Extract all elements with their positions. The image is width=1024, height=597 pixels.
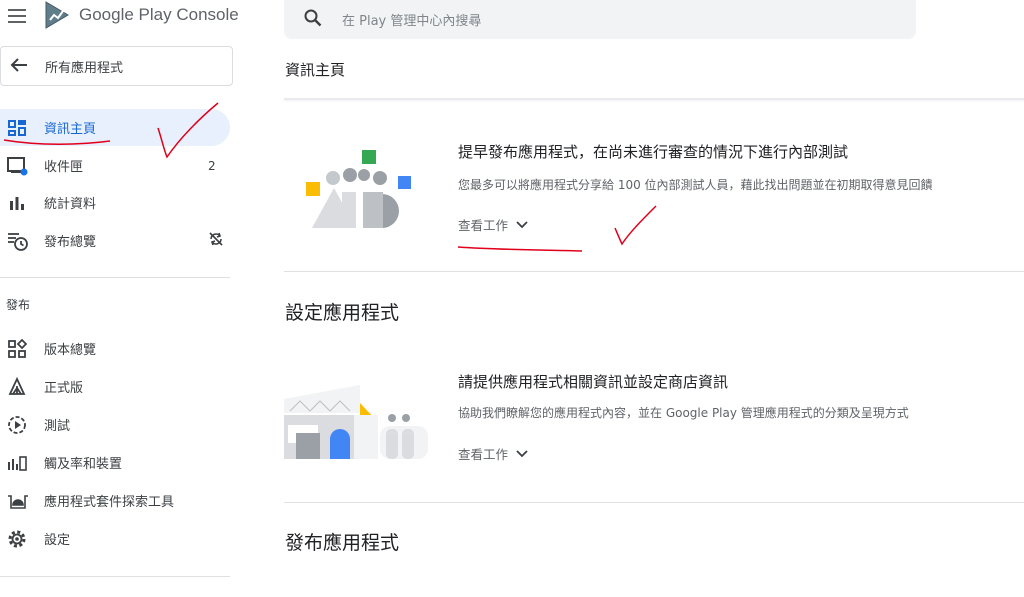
releases-overview-icon: [0, 338, 44, 359]
page-title: 資訊主頁: [285, 61, 346, 79]
sync-disabled-icon: [208, 231, 230, 250]
sidebar-item-dashboard[interactable]: 資訊主頁: [0, 109, 230, 146]
sidebar-item-app-bundle-explorer[interactable]: 應用程式套件探索工具: [0, 482, 230, 519]
view-task-label: 查看工作: [458, 447, 509, 462]
sidebar-item-label: 觸及率和裝置: [44, 457, 123, 472]
sidebar-item-settings[interactable]: 設定: [0, 520, 230, 557]
app-brand: Google Play Console: [79, 5, 239, 24]
sidebar-item-label: 測試: [44, 419, 71, 434]
view-task-button[interactable]: 查看工作: [458, 215, 528, 234]
sidebar-divider: [0, 576, 230, 577]
reach-devices-icon: [0, 453, 44, 473]
all-apps-back-button[interactable]: 所有應用程式: [0, 46, 233, 86]
sidebar-item-production[interactable]: 正式版: [0, 368, 230, 405]
dashboard-icon: [0, 118, 44, 138]
search-bar[interactable]: 在 Play 管理中心內搜尋: [284, 0, 916, 39]
sidebar-item-testing[interactable]: 測試: [0, 406, 230, 443]
all-apps-label: 所有應用程式: [45, 60, 124, 76]
settings-gear-icon: [0, 529, 44, 549]
sidebar-item-reach-devices[interactable]: 觸及率和裝置: [0, 444, 230, 481]
sidebar-item-label: 應用程式套件探索工具: [44, 495, 175, 510]
section-divider: [284, 271, 1024, 272]
sidebar-item-publishing-overview[interactable]: 發布總覽: [0, 222, 230, 259]
inbox-icon: [0, 156, 44, 176]
sidebar-item-label: 正式版: [44, 381, 84, 396]
sidebar-item-label: 資訊主頁: [44, 122, 97, 137]
setup-app-illustration: [284, 385, 429, 459]
header-divider: [284, 98, 1024, 100]
sidebar-item-label: 發布總覽: [44, 235, 97, 250]
section-title-setup: 設定應用程式: [285, 302, 400, 324]
release-section-label: 發布: [6, 298, 31, 312]
play-console-logo-icon: [44, 1, 70, 29]
top-bar: Google Play Console: [0, 0, 240, 32]
search-input[interactable]: 在 Play 管理中心內搜尋: [342, 10, 481, 29]
inbox-count-badge: 2: [208, 158, 216, 173]
card-description: 協助我們瞭解您的應用程式內容，並在 Google Play 管理應用程式的分類及…: [458, 406, 909, 420]
android-bundle-icon: [0, 491, 44, 511]
sidebar-item-label: 版本總覽: [44, 343, 97, 358]
sidebar-divider: [0, 277, 230, 278]
view-task-label: 查看工作: [458, 218, 509, 233]
testing-icon: [0, 415, 44, 435]
card-description: 您最多可以將應用程式分享給 100 位內部測試人員，藉此找出問題並在初期取得意見…: [458, 178, 933, 192]
menu-icon[interactable]: [8, 9, 26, 23]
sidebar-item-label: 收件匣: [44, 160, 84, 175]
view-task-button[interactable]: 查看工作: [458, 444, 528, 463]
sidebar-item-label: 統計資料: [44, 197, 97, 212]
production-icon: [0, 376, 44, 397]
chevron-down-icon: [516, 449, 528, 457]
sidebar-item-inbox[interactable]: 收件匣 2: [0, 147, 230, 184]
sidebar-item-statistics[interactable]: 統計資料: [0, 184, 230, 221]
bar-chart-icon: [0, 193, 44, 213]
section-divider: [284, 502, 1024, 503]
sidebar-item-releases-overview[interactable]: 版本總覽: [0, 330, 230, 367]
arrow-back-icon: [1, 57, 45, 76]
card-title: 請提供應用程式相關資訊並設定商店資訊: [458, 373, 729, 391]
search-icon: [284, 9, 342, 31]
sidebar: Google Play Console 所有應用程式 資訊主頁 收件匣 2 統計…: [0, 0, 240, 597]
sidebar-item-label: 設定: [44, 533, 71, 548]
publishing-overview-icon: [0, 230, 44, 252]
card-title: 提早發布應用程式，在尚未進行審查的情況下進行內部測試: [458, 143, 849, 161]
section-title-release: 發布應用程式: [285, 532, 400, 554]
chevron-down-icon: [516, 220, 528, 228]
internal-testing-illustration: [304, 148, 414, 230]
